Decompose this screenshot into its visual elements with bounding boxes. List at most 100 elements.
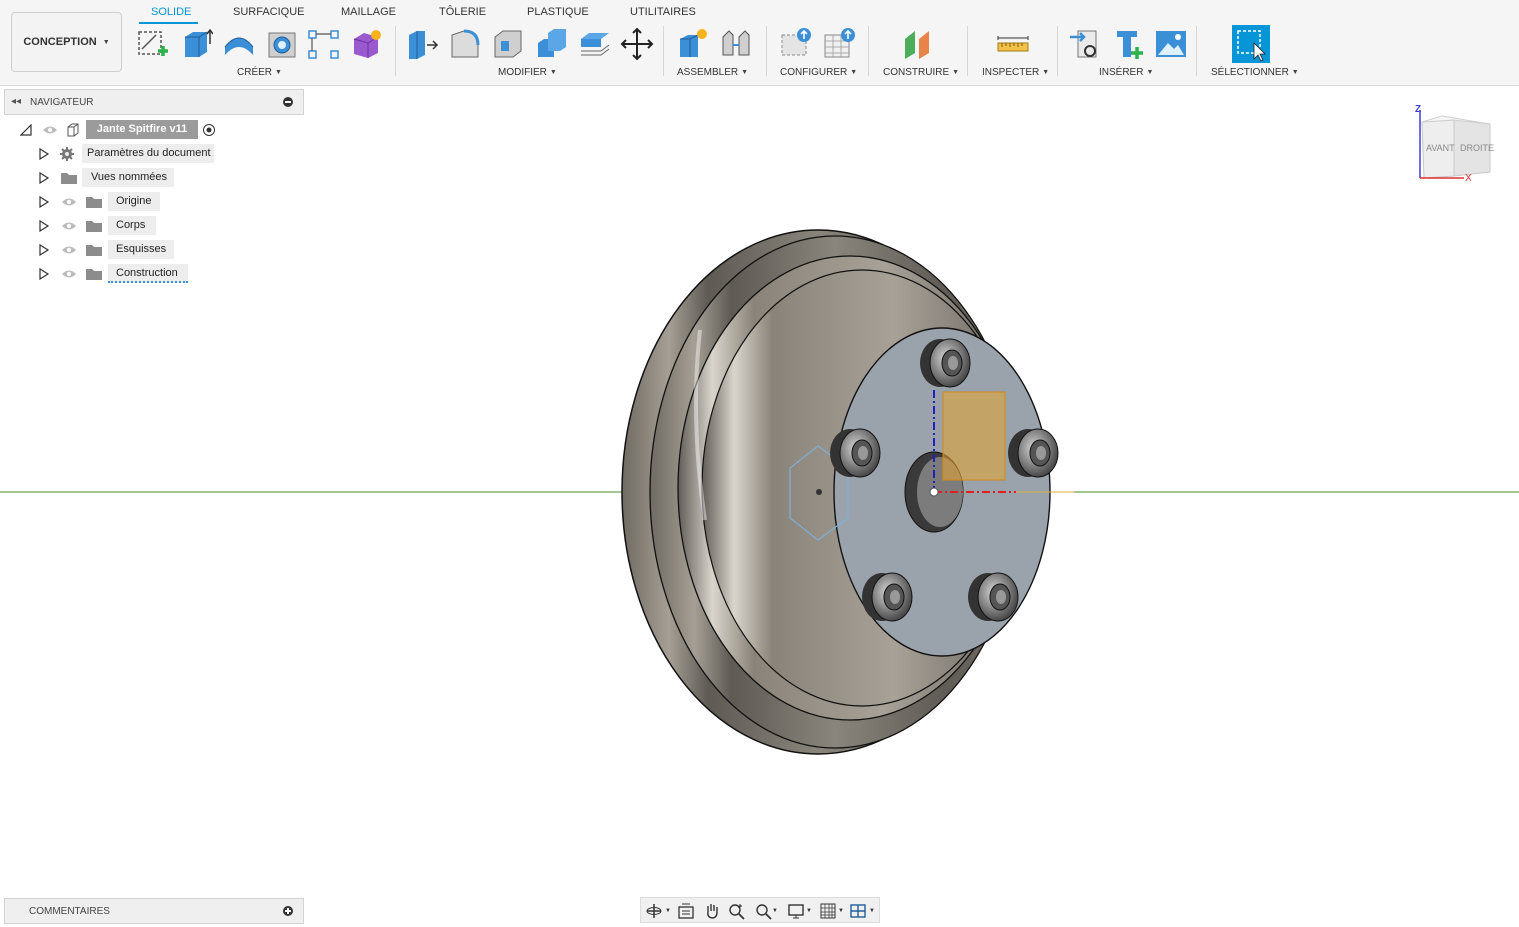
chevron-down-icon: ▼ [741, 69, 749, 76]
create-form-icon[interactable] [350, 27, 384, 61]
folder-icon [86, 197, 102, 208]
tab-surfacique[interactable]: SURFACIQUE [233, 6, 305, 18]
offset-face-icon[interactable] [577, 27, 611, 61]
browser-item-origin[interactable]: Origine [38, 192, 168, 212]
expand-triangle-icon[interactable] [39, 268, 49, 280]
chevron-down-icon: ▼ [549, 69, 557, 76]
joint-icon[interactable] [719, 27, 753, 61]
offset-plane-icon[interactable] [901, 27, 935, 61]
chevron-down-icon[interactable]: ▼ [869, 908, 875, 914]
tab-plastique[interactable]: PLASTIQUE [527, 6, 589, 18]
browser-item-label[interactable]: Esquisses [108, 240, 174, 259]
insert-canvas-icon[interactable] [1154, 27, 1188, 61]
minimize-icon[interactable] [283, 97, 293, 107]
workspace-switcher-button[interactable]: CONCEPTION ▼ [11, 12, 122, 72]
fit-icon[interactable] [754, 902, 772, 920]
browser-item-named-views[interactable]: Vues nommées [38, 168, 178, 188]
browser-item-label[interactable]: Origine [108, 192, 160, 211]
browser-item-bodies[interactable]: Corps [38, 216, 168, 236]
group-creer[interactable]: CRÉER ▼ [237, 67, 282, 78]
expanded-triangle-icon[interactable] [20, 124, 32, 136]
browser-item-label[interactable]: Vues nommées [82, 168, 174, 187]
move-copy-icon[interactable] [620, 27, 654, 61]
expand-triangle-icon[interactable] [39, 220, 49, 232]
chevron-down-icon[interactable]: ▼ [806, 908, 812, 914]
browser-item-sketches[interactable]: Esquisses [38, 240, 178, 260]
add-comment-icon[interactable] [283, 906, 293, 916]
tab-solide[interactable]: SOLIDE [151, 6, 191, 18]
expand-triangle-icon[interactable] [39, 148, 49, 160]
view-cube[interactable]: Z AVANT DROITE X [1412, 100, 1507, 188]
visibility-eye-icon[interactable] [61, 269, 77, 279]
view-cube-front-label[interactable]: AVANT [1426, 143, 1455, 153]
stud-bottom-left [862, 572, 913, 622]
browser-root[interactable]: Jante Spitfire v11 [18, 120, 228, 140]
tab-maillage[interactable]: MAILLAGE [341, 6, 396, 18]
expand-triangle-icon[interactable] [39, 244, 49, 256]
3d-viewport[interactable] [0, 86, 1519, 900]
navigator-header[interactable]: ◂◂ NAVIGATEUR [4, 89, 304, 115]
fillet-icon[interactable] [448, 27, 482, 61]
shell-icon[interactable] [491, 27, 525, 61]
new-component-icon[interactable] [676, 27, 710, 61]
view-cube-right-label[interactable]: DROITE [1460, 143, 1494, 153]
toolbar-separator [1196, 26, 1197, 76]
pattern-icon[interactable] [307, 27, 341, 61]
group-inspecter[interactable]: INSPECTER ▼ [982, 67, 1049, 78]
root-component-label[interactable]: Jante Spitfire v11 [86, 120, 198, 139]
chevron-down-icon: ▼ [850, 69, 858, 76]
chevron-down-icon[interactable]: ▼ [772, 908, 778, 914]
viewports-icon[interactable] [849, 902, 867, 920]
combine-icon[interactable] [534, 27, 568, 61]
pan-hand-icon[interactable] [703, 902, 721, 920]
browser-item-label[interactable]: Construction [108, 264, 188, 283]
stud-left [830, 428, 881, 478]
active-tab-indicator [139, 22, 198, 24]
activate-radio-icon[interactable] [202, 123, 216, 137]
group-assembler[interactable]: ASSEMBLER ▼ [677, 67, 748, 78]
create-sketch-icon[interactable] [136, 27, 170, 61]
group-modifier[interactable]: MODIFIER ▼ [498, 67, 557, 78]
origin-point[interactable] [929, 487, 939, 497]
display-settings-icon[interactable] [787, 902, 805, 920]
group-construire[interactable]: CONSTRUIRE ▼ [883, 67, 959, 78]
insert-mcmaster-icon[interactable] [1111, 27, 1145, 61]
insert-derive-icon[interactable] [1068, 27, 1102, 61]
look-at-icon[interactable] [677, 902, 695, 920]
group-creer-label: CRÉER [237, 67, 273, 78]
tab-tolerie[interactable]: TÔLERIE [439, 6, 486, 18]
press-pull-icon[interactable] [405, 27, 439, 61]
configuration-table-icon[interactable] [823, 27, 857, 61]
zoom-icon[interactable] [728, 902, 746, 920]
orbit-icon[interactable] [645, 902, 663, 920]
browser-item-label[interactable]: Paramètres du document [82, 144, 214, 163]
browser-item-label[interactable]: Corps [108, 216, 156, 235]
expand-triangle-icon[interactable] [39, 196, 49, 208]
folder-icon [61, 173, 77, 184]
grid-snaps-icon[interactable] [819, 902, 837, 920]
group-inserer[interactable]: INSÉRER ▼ [1099, 67, 1153, 78]
hole-icon[interactable] [265, 27, 299, 61]
toolbar-separator [766, 26, 767, 76]
chevron-down-icon[interactable]: ▼ [838, 908, 844, 914]
comments-panel-header[interactable]: COMMENTAIRES [4, 898, 304, 924]
extrude-icon[interactable] [179, 27, 213, 61]
sketch-plane[interactable] [942, 391, 1006, 481]
browser-item-document-settings[interactable]: Paramètres du document [38, 144, 218, 164]
visibility-eye-icon[interactable] [61, 245, 77, 255]
tab-utilitaires[interactable]: UTILITAIRES [630, 6, 696, 18]
visibility-eye-icon[interactable] [61, 197, 77, 207]
collapse-panel-icon[interactable]: ◂◂ [11, 96, 21, 107]
group-selectionner[interactable]: SÉLECTIONNER ▼ [1211, 67, 1299, 78]
configure-parameters-icon[interactable] [780, 27, 814, 61]
measure-icon[interactable] [996, 27, 1030, 61]
visibility-eye-icon[interactable] [61, 221, 77, 231]
select-icon[interactable] [1232, 25, 1270, 63]
visibility-eye-icon[interactable] [42, 125, 58, 135]
browser-item-construction[interactable]: Construction [38, 264, 198, 284]
expand-triangle-icon[interactable] [39, 172, 49, 184]
chevron-down-icon[interactable]: ▼ [665, 908, 671, 914]
gear-icon [60, 147, 74, 161]
revolve-icon[interactable] [222, 27, 256, 61]
group-configurer[interactable]: CONFIGURER ▼ [780, 67, 857, 78]
